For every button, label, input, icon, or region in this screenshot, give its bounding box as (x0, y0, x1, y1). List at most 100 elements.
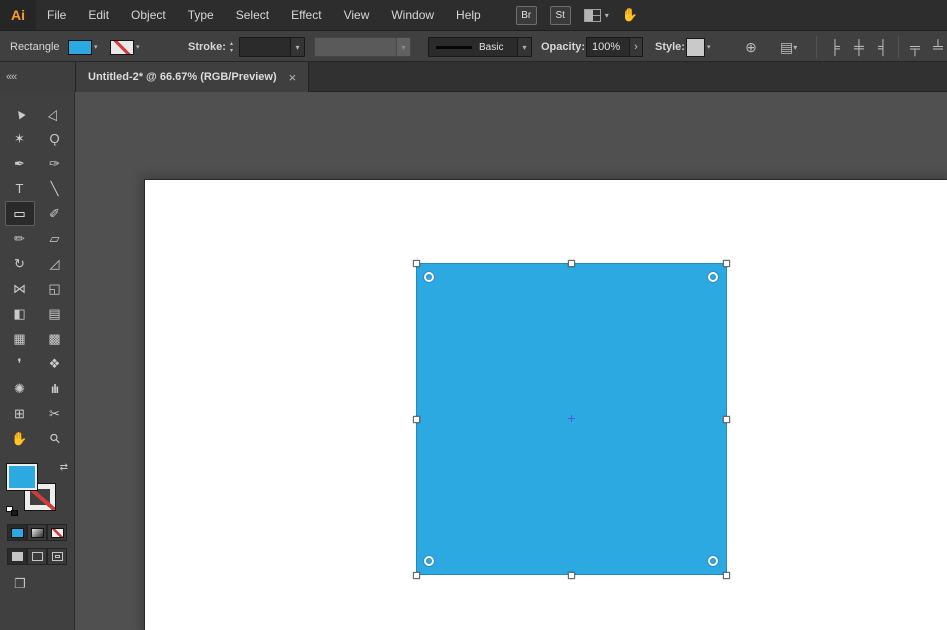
globe-icon[interactable]: ⊕ (742, 31, 760, 63)
control-bar: Rectangle ▾ ▾ Stroke: ▴ ▾ ▾ ▾ Basic ▾ Op… (0, 30, 947, 62)
artboard-tool[interactable]: ⊞ (5, 401, 35, 426)
align-bottom-button[interactable]: ╧ (929, 31, 947, 63)
handle-top-left[interactable] (413, 260, 420, 267)
handle-middle-right[interactable] (723, 416, 730, 423)
chevron-down-icon: ▾ (136, 44, 140, 51)
default-fill-stroke-icon[interactable] (6, 506, 18, 516)
stepper-down-icon[interactable]: ▾ (226, 48, 237, 54)
draw-normal-icon (11, 552, 23, 561)
draw-behind-button[interactable] (27, 548, 47, 565)
menu-object[interactable]: Object (120, 0, 177, 30)
eraser-tool[interactable]: ▱ (40, 226, 70, 251)
paintbrush-tool[interactable]: ✐ (40, 201, 70, 226)
gradient-tool[interactable]: ▩ (40, 326, 70, 351)
gradient-button[interactable] (27, 524, 47, 541)
drawing-mode-buttons (7, 548, 67, 565)
pencil-tool[interactable]: ✏ (5, 226, 35, 251)
handle-top-center[interactable] (568, 260, 575, 267)
menu-select[interactable]: Select (225, 0, 280, 30)
menu-window[interactable]: Window (380, 0, 445, 30)
rotate-tool[interactable]: ↻ (5, 251, 35, 276)
curvature-tool[interactable]: ✑ (40, 151, 70, 176)
type-tool[interactable]: T (5, 176, 35, 201)
align-left-button[interactable]: ╞ (826, 31, 844, 63)
document-setup-button[interactable]: ▤ ▾ (780, 31, 797, 63)
blend-tool[interactable]: ❖ (40, 351, 70, 376)
style-swatch[interactable] (686, 37, 705, 57)
corner-radius-widget-bottom-left[interactable] (424, 556, 434, 566)
tool-panel: ▲ △ ✶ Ǫ ✒ ✑ T ╲ ▭ ✐ ✏ ▱ ↻ ◿ ⋈ ◱ ◧ ▤ ▦ ▩ … (0, 92, 75, 630)
perspective-grid-tool[interactable]: ▤ (40, 301, 70, 326)
variable-width-combo: ▾ (314, 31, 411, 63)
lasso-tool[interactable]: Ǫ (40, 126, 70, 151)
menu-help[interactable]: Help (445, 0, 492, 30)
draw-behind-icon (31, 552, 43, 561)
page-icon: ▤ (780, 38, 794, 55)
draw-inside-button[interactable] (47, 548, 67, 565)
corner-radius-widget-top-right[interactable] (708, 272, 718, 282)
align-top-button[interactable]: ╤ (906, 31, 924, 63)
shape-builder-tool[interactable]: ◧ (5, 301, 35, 326)
chevron-down-icon[interactable]: ▾ (290, 38, 304, 56)
chevron-down-icon: ▾ (396, 38, 410, 56)
menu-effect[interactable]: Effect (280, 0, 332, 30)
stroke-color-control[interactable]: ▾ (110, 31, 140, 63)
magic-wand-tool[interactable]: ✶ (5, 126, 35, 151)
eyedropper-tool[interactable]: ❜ (5, 351, 35, 376)
align-center-button[interactable]: ╪ (850, 31, 868, 63)
tool-panel-collapse[interactable]: «« (0, 62, 75, 92)
free-transform-tool[interactable]: ◱ (40, 276, 70, 301)
opacity-input[interactable] (586, 37, 630, 57)
stepper-up-icon[interactable]: ▴ (226, 41, 237, 47)
draw-normal-button[interactable] (7, 548, 27, 565)
scale-tool[interactable]: ◿ (40, 251, 70, 276)
brush-definition-combo[interactable]: Basic ▾ (428, 31, 532, 63)
handle-top-right[interactable] (723, 260, 730, 267)
menu-type[interactable]: Type (177, 0, 225, 30)
menu-file[interactable]: File (36, 0, 77, 30)
close-icon[interactable]: × (289, 70, 297, 85)
none-button[interactable] (47, 524, 67, 541)
touch-hand-icon[interactable]: ✋ (622, 7, 638, 23)
corner-radius-widget-top-left[interactable] (424, 272, 434, 282)
color-button[interactable] (7, 524, 27, 541)
screen-mode-button[interactable]: ❐ (7, 574, 33, 593)
fill-color-control[interactable]: ▾ (68, 31, 98, 63)
handle-bottom-right[interactable] (723, 572, 730, 579)
align-right-button[interactable]: ╡ (874, 31, 892, 63)
bridge-button[interactable]: Br (515, 5, 537, 25)
shape-center-point[interactable] (568, 415, 575, 422)
workspace-layout-icon (583, 8, 601, 22)
column-graph-tool[interactable]: ılı (40, 376, 70, 401)
corner-radius-widget-bottom-right[interactable] (708, 556, 718, 566)
hand-tool[interactable]: ✋ (5, 426, 35, 451)
handle-bottom-center[interactable] (568, 572, 575, 579)
handle-bottom-left[interactable] (413, 572, 420, 579)
swap-fill-stroke-icon[interactable]: ⇄ (60, 462, 68, 473)
symbol-sprayer-tool[interactable]: ✺ (5, 376, 35, 401)
fill-swatch[interactable] (68, 39, 92, 55)
width-tool[interactable]: ⋈ (5, 276, 35, 301)
mesh-tool[interactable]: ▦ (5, 326, 35, 351)
document-tab[interactable]: Untitled-2* @ 66.67% (RGB/Preview) × (75, 62, 310, 92)
opacity-arrow-button[interactable]: › (630, 37, 643, 57)
stroke-label: Stroke: (188, 41, 226, 53)
style-dropdown[interactable]: ▾ (686, 31, 711, 63)
menu-edit[interactable]: Edit (77, 0, 120, 30)
stroke-width-combo[interactable]: ▾ (239, 31, 305, 63)
brush-definition-value: Basic (479, 41, 504, 53)
handle-middle-left[interactable] (413, 416, 420, 423)
canvas-area[interactable] (75, 92, 947, 630)
chevron-down-icon[interactable]: ▾ (517, 38, 531, 56)
line-segment-tool[interactable]: ╲ (40, 176, 70, 201)
fill-color-box[interactable] (6, 463, 38, 491)
none-swatch (50, 527, 64, 538)
stock-button[interactable]: St (549, 5, 571, 25)
rectangle-tool[interactable]: ▭ (4, 201, 35, 226)
stroke-width-stepper[interactable]: ▴ ▾ (226, 31, 237, 63)
stroke-none-swatch[interactable] (110, 39, 134, 55)
opacity-control: › (586, 31, 643, 63)
workspace-switcher[interactable]: ▾ (583, 8, 609, 22)
pen-tool[interactable]: ✒ (5, 151, 35, 176)
menu-view[interactable]: View (333, 0, 381, 30)
